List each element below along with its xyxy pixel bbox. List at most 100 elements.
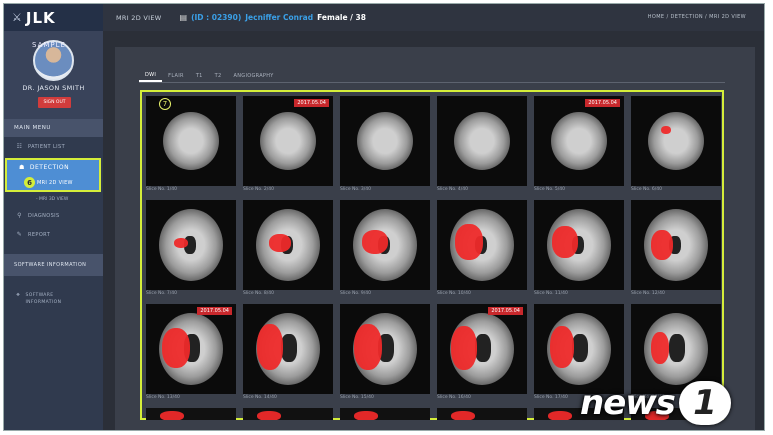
sidebar-item-label: SOFTWARE INFORMATION: [25, 293, 62, 305]
slice-caption: Slice No. 8/40: [243, 291, 275, 296]
slice-thumbnail-partial[interactable]: [243, 408, 333, 420]
page-title: MRI 2D VIEW: [116, 13, 162, 22]
slice-thumbnail[interactable]: Slice No. 11/40: [534, 200, 624, 300]
logo-bar: ⚔ JLK: [4, 4, 103, 31]
brain-shape: [357, 112, 413, 170]
tab-t1[interactable]: T1: [190, 69, 209, 82]
sidebar-item-report[interactable]: ✎ REPORT: [4, 225, 103, 244]
mri-slice-image: [437, 304, 527, 394]
slice-thumbnail[interactable]: Slice No. 9/40: [340, 200, 430, 300]
slice-thumbnail[interactable]: 2017.05.04 Slice No. 16/40: [437, 304, 527, 404]
slice-thumbnail[interactable]: 2017.05.04 Slice No. 2/40: [243, 96, 333, 196]
software-info-header: SOFTWARE INFORMATION: [4, 254, 103, 276]
slice-caption: Slice No. 3/40: [340, 187, 372, 192]
slice-caption: Slice No. 10/40: [437, 291, 471, 296]
slice-thumbnail[interactable]: Slice No. 3/40: [340, 96, 430, 196]
tab-flair[interactable]: FLAIR: [162, 69, 190, 82]
sidebar-item-label: PATIENT LIST: [28, 143, 66, 150]
lesion-highlight: [162, 328, 190, 368]
logo: JLK: [25, 8, 56, 27]
tab-dwi[interactable]: DWI: [139, 69, 163, 82]
slice-thumbnail-partial[interactable]: [340, 408, 430, 420]
lesion-highlight: [651, 332, 669, 364]
brain-shape: [454, 112, 510, 170]
slice-thumbnail[interactable]: Slice No. 10/40: [437, 200, 527, 300]
lesion-highlight: [651, 230, 673, 260]
main-menu-header: MAIN MENU: [4, 119, 103, 137]
lesion-highlight: [257, 324, 283, 370]
slice-thumbnail[interactable]: Slice No. 1/40: [146, 96, 236, 196]
ventricle-shape: [281, 334, 297, 362]
slice-thumbnail[interactable]: Slice No. 15/40: [340, 304, 430, 404]
lesion-highlight: [548, 411, 572, 420]
logo-icon: ⚔: [12, 11, 22, 24]
mri-slice-image: [340, 304, 430, 394]
slice-caption: Slice No. 12/40: [631, 291, 665, 296]
software-info-icon: ❖: [16, 293, 21, 298]
sidebar-item-label: DETECTION: [29, 164, 70, 171]
slice-thumbnail[interactable]: Slice No. 12/40: [631, 200, 721, 300]
brain-shape: [648, 112, 704, 170]
slice-thumbnail[interactable]: Slice No. 7/40: [146, 200, 236, 300]
slice-thumbnail[interactable]: Slice No. 14/40: [243, 304, 333, 404]
tab-angiography[interactable]: ANGIOGRAPHY: [228, 69, 280, 82]
lesion-highlight: [451, 411, 475, 420]
mri-slice-image: [243, 304, 333, 394]
patient-list-icon: ☷: [16, 143, 23, 150]
lesion-highlight: [174, 238, 188, 248]
sidebar-item-patient-list[interactable]: ☷ PATIENT LIST: [4, 137, 103, 156]
slice-caption: Slice No. 6/40: [631, 187, 663, 192]
mri-slice-image: [631, 96, 721, 186]
detection-icon: ☗: [19, 164, 25, 171]
lesion-highlight: [550, 326, 574, 368]
patient-info: ▤ (ID : 02390) Jecniffer Conrad Female /…: [180, 13, 366, 22]
id-card-icon: ▤: [179, 13, 188, 22]
mri-slice-image: [437, 96, 527, 186]
sample-watermark: SAMPLE: [32, 41, 66, 49]
sidebar-item-label: REPORT: [28, 231, 51, 238]
mri-slice-image: [243, 200, 333, 290]
lesion-highlight: [354, 324, 382, 370]
sidebar-subitem-mri-2d[interactable]: MRI 2D VIEW: [37, 180, 73, 186]
breadcrumb: HOME / DETECTION / MRI 2D VIEW: [647, 14, 746, 20]
lesion-highlight: [362, 230, 388, 254]
slice-thumbnail[interactable]: Slice No. 4/40: [437, 96, 527, 196]
slice-thumbnail[interactable]: Slice No. 6/40: [631, 96, 721, 196]
brain-shape: [260, 112, 316, 170]
slice-caption: Slice No. 7/40: [146, 291, 178, 296]
lesion-highlight: [661, 126, 671, 134]
news1-watermark: news 1: [580, 378, 764, 428]
header: MRI 2D VIEW ▤ (ID : 02390) Jecniffer Con…: [103, 4, 764, 31]
slice-caption: Slice No. 4/40: [437, 187, 469, 192]
lesion-highlight: [455, 224, 483, 260]
annotation-badge-7: 7: [159, 98, 171, 110]
sidebar-subitem-mri-3d[interactable]: - MRI 3D VIEW: [4, 192, 103, 206]
lesion-highlight: [269, 234, 291, 252]
slice-caption: Slice No. 14/40: [243, 395, 277, 400]
date-tag: 2017.05.04: [197, 307, 232, 315]
lesion-highlight: [451, 326, 477, 370]
date-tag: 2017.05.04: [294, 99, 329, 107]
mri-slice-image: [534, 96, 624, 186]
tab-t2[interactable]: T2: [209, 69, 228, 82]
slice-grid: 7 Slice No. 1/40 2017.05.04 Slice No. 2/40…: [140, 90, 724, 420]
sidebar-item-detection[interactable]: ☗ DETECTION 6 MRI 2D VIEW: [5, 158, 101, 192]
sidebar-item-software-info[interactable]: ❖ SOFTWARE INFORMATION: [4, 292, 103, 306]
annotation-badge-6: 6: [24, 177, 35, 188]
slice-thumbnail[interactable]: Slice No. 8/40: [243, 200, 333, 300]
slice-thumbnail[interactable]: 2017.05.04 Slice No. 5/40: [534, 96, 624, 196]
slice-caption: Slice No. 1/40: [146, 187, 178, 192]
patient-meta: Female / 38: [317, 13, 366, 22]
date-tag: 2017.05.04: [585, 99, 620, 107]
sign-out-button[interactable]: SIGN OUT: [38, 97, 71, 108]
slice-thumbnail[interactable]: 2017.05.04 Slice No. 13/40: [146, 304, 236, 404]
lesion-highlight: [552, 226, 578, 258]
brain-shape: [551, 112, 607, 170]
slice-caption: Slice No. 2/40: [243, 187, 275, 192]
slice-thumbnail-partial[interactable]: [146, 408, 236, 420]
slice-thumbnail-partial[interactable]: [437, 408, 527, 420]
patient-id: (ID : 02390): [191, 13, 242, 22]
sidebar-item-label: DIAGNOSIS: [28, 212, 60, 219]
sidebar-item-diagnosis[interactable]: ⚲ DIAGNOSIS: [4, 206, 103, 225]
mri-slice-image: [146, 304, 236, 394]
